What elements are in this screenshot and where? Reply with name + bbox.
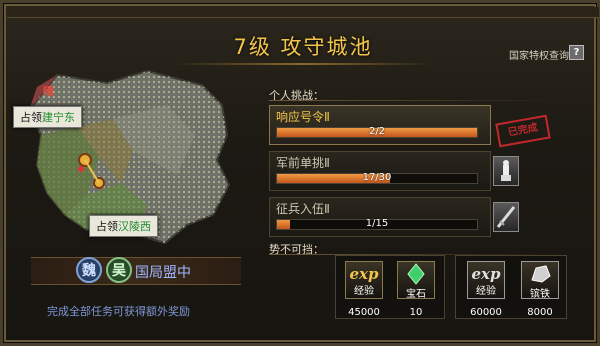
progress-bar: 1/15 <box>276 218 478 230</box>
challenge-row-3[interactable]: 征兵入伍Ⅱ 1/15 <box>269 197 491 237</box>
wu-badge: 吴 <box>106 257 132 283</box>
statue-icon[interactable] <box>493 156 519 186</box>
sword-icon[interactable] <box>493 202 519 232</box>
progress-text: 2/2 <box>368 126 386 137</box>
occupy-label-b[interactable]: 占领汉陵西 <box>89 215 158 237</box>
reward-value: 8000 <box>527 307 553 318</box>
progress-text: 17/30 <box>362 172 392 183</box>
reward-value: 10 <box>409 307 423 318</box>
reward-sub: 经验 <box>476 286 496 297</box>
progress-text: 1/15 <box>365 218 389 229</box>
city-name-a: 建宁东 <box>42 111 75 124</box>
occupy-prefix: 占领 <box>96 220 118 233</box>
wei-badge: 魏 <box>76 257 102 283</box>
challenge-name: 军前单挑Ⅱ <box>276 156 330 170</box>
challenge-name: 征兵入伍Ⅱ <box>276 202 330 216</box>
faction-tag: 晴 <box>43 85 54 98</box>
reward-sub: 经验 <box>354 286 374 297</box>
occupy-prefix: 占领 <box>20 111 42 124</box>
gem-icon[interactable]: 宝石 <box>397 261 435 300</box>
city-name-b: 汉陵西 <box>118 220 151 233</box>
reward-value: 60000 <box>470 307 502 318</box>
occupy-label-a[interactable]: 占领建宁东 <box>13 106 82 128</box>
section-divider <box>269 100 559 101</box>
top-frame-bar <box>7 7 599 18</box>
exp-icon[interactable]: exp 经验 <box>345 261 383 299</box>
challenge-row-1[interactable]: 响应号令Ⅱ 2/2 <box>269 105 491 145</box>
challenge-row-2[interactable]: 军前单挑Ⅱ 17/30 <box>269 151 491 191</box>
exp-text: exp <box>349 265 379 283</box>
progress-bar: 2/2 <box>276 126 478 138</box>
exp-text: exp <box>471 265 501 283</box>
bonus-note: 完成全部任务可获得额外奖励 <box>47 305 190 318</box>
challenge-name: 响应号令Ⅱ <box>276 110 330 124</box>
iron-icon[interactable]: 镔铁 <box>521 261 559 300</box>
alliance-status: 国局盟中 <box>135 265 191 281</box>
completed-stamp: 已完成 <box>495 114 551 148</box>
reward-sub: 宝石 <box>406 289 426 300</box>
reward-value: 45000 <box>348 307 380 318</box>
reward-sub: 镔铁 <box>530 289 550 300</box>
privilege-query-link[interactable]: 国家特权查询 <box>509 47 569 62</box>
help-button[interactable]: ? <box>569 45 584 60</box>
quest-panel: 7级 攻守城池 国家特权查询 ? 占领建宁东 占领汉陵西 晴 魏 吴 国局盟中 … <box>0 0 600 346</box>
progress-bar: 17/30 <box>276 172 478 184</box>
exp-icon[interactable]: exp 经验 <box>467 261 505 299</box>
